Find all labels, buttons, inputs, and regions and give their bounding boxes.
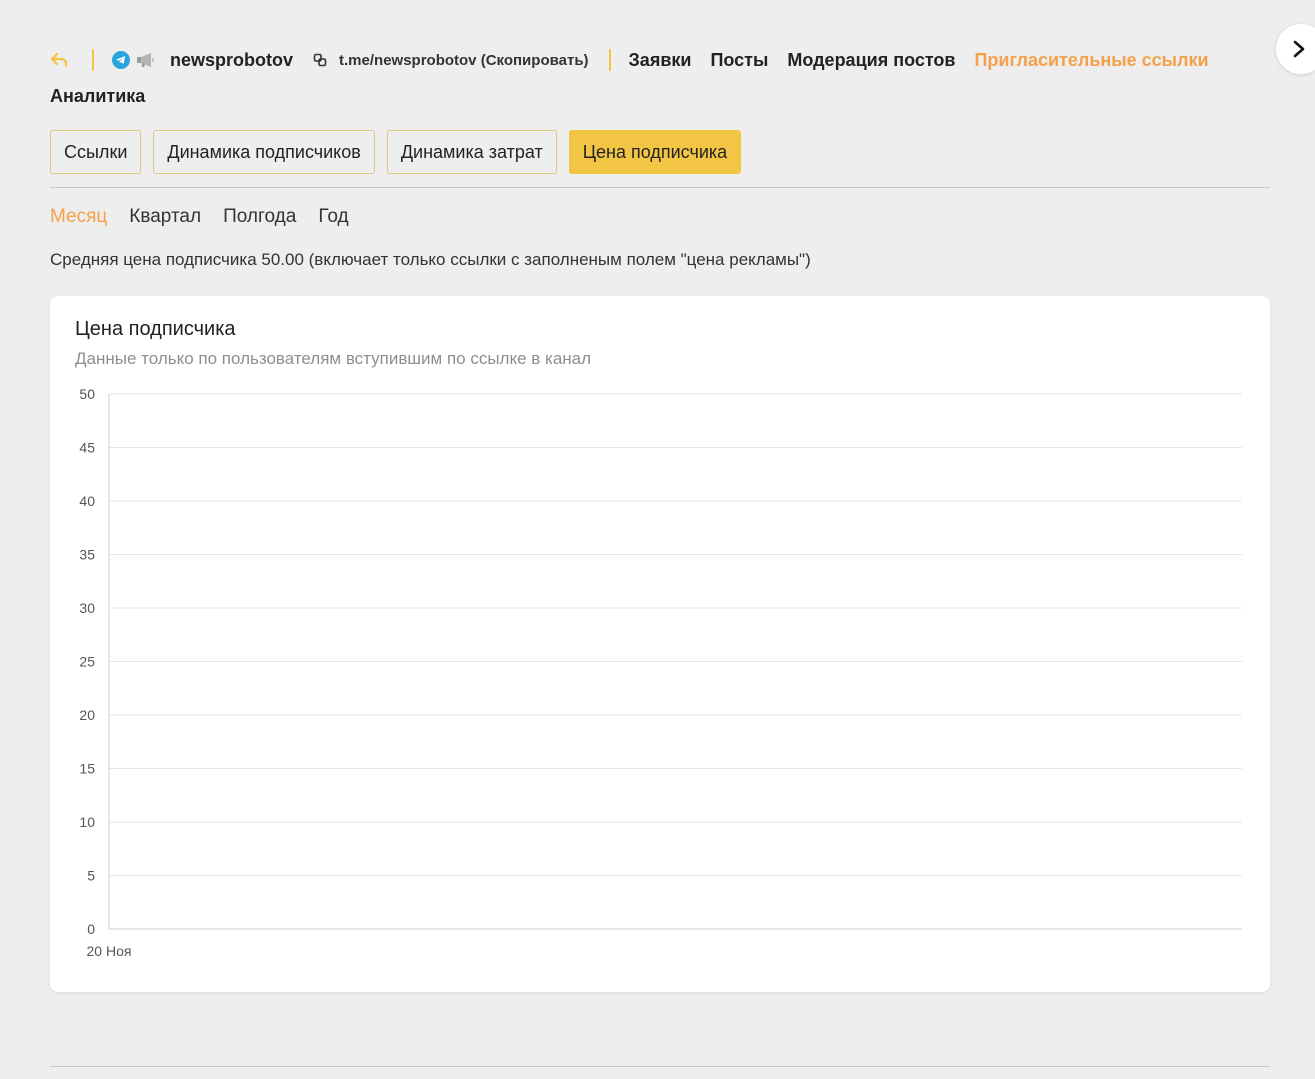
period-year[interactable]: Год: [318, 206, 348, 228]
y-tick-label: 20: [79, 707, 95, 723]
chart-card: Цена подписчика Данные только по пользов…: [50, 296, 1270, 992]
channel-link[interactable]: t.me/newsprobotov (Скопировать): [313, 52, 589, 69]
tab-subscriber-price[interactable]: Цена подписчика: [568, 130, 742, 174]
channel-link-text[interactable]: t.me/newsprobotov (Скопировать): [339, 52, 589, 69]
link-icon: [313, 53, 327, 67]
y-tick-label: 25: [79, 654, 95, 670]
period-selector: Месяц Квартал Полгода Год: [50, 206, 349, 228]
y-tick-label: 0: [87, 921, 95, 937]
nav-post-moderation[interactable]: Модерация постов: [787, 50, 955, 71]
next-button[interactable]: [1276, 24, 1315, 74]
nav-analytics[interactable]: Аналитика: [50, 86, 1270, 107]
separator: [92, 49, 94, 71]
y-tick-label: 5: [87, 868, 95, 884]
y-tick-label: 45: [79, 440, 95, 456]
y-tick-label: 50: [79, 386, 95, 402]
chevron-right-icon: [1293, 40, 1305, 58]
channel-info: newsprobotov: [112, 50, 293, 71]
tab-cost-dynamics[interactable]: Динамика затрат: [386, 130, 557, 174]
y-tick-label: 30: [79, 600, 95, 616]
back-arrow-icon: [50, 52, 68, 68]
telegram-icon: [112, 51, 130, 69]
y-tick-label: 40: [79, 493, 95, 509]
back-button[interactable]: [50, 46, 72, 74]
tab-subscriber-dynamics[interactable]: Динамика подписчиков: [153, 130, 375, 174]
main-nav: Заявки Посты Модерация постов Пригласите…: [629, 50, 1209, 71]
period-quarter[interactable]: Квартал: [129, 206, 201, 228]
separator: [608, 49, 611, 71]
y-tick-label: 35: [79, 547, 95, 563]
nav-invite-links[interactable]: Пригласительные ссылки: [974, 50, 1208, 71]
period-month[interactable]: Месяц: [50, 206, 107, 228]
x-tick-label: 20 Ноя: [87, 943, 132, 959]
analytics-tabs: Ссылки Динамика подписчиков Динамика зат…: [50, 130, 742, 174]
bottom-divider: [50, 1066, 1270, 1067]
average-price-text: Средняя цена подписчика 50.00 (включает …: [50, 250, 811, 269]
nav-requests[interactable]: Заявки: [629, 50, 692, 71]
y-tick-label: 15: [79, 761, 95, 777]
nav-posts[interactable]: Посты: [710, 50, 768, 71]
y-tick-label: 10: [79, 814, 95, 830]
top-bar: newsprobotov t.me/newsprobotov (Скопиров…: [50, 46, 1270, 107]
channel-name: newsprobotov: [170, 49, 294, 70]
megaphone-icon: [137, 53, 154, 67]
subscriber-price-chart: 0 5 10 15 20 25 30 35 40 45 50 20 Ноя: [79, 386, 1242, 959]
divider: [50, 187, 1270, 188]
tab-links[interactable]: Ссылки: [50, 130, 142, 174]
period-half-year[interactable]: Полгода: [223, 206, 296, 228]
